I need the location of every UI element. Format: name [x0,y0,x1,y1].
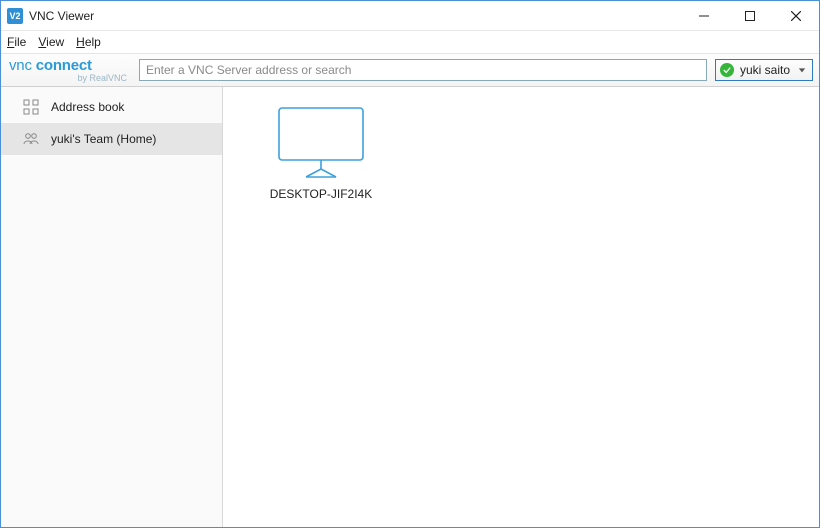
sidebar-item-team[interactable]: yuki's Team (Home) [1,123,222,155]
brand-sub-text: by RealVNC [77,74,127,83]
menu-file[interactable]: File [7,35,26,49]
body: Address book yuki's Team (Home) [1,87,819,527]
content-area: DESKTOP-JIF2I4K [223,87,819,527]
close-button[interactable] [773,1,819,30]
window-title: VNC Viewer [29,9,681,23]
status-check-icon [720,63,734,77]
user-menu-button[interactable]: yuki saito [715,59,813,81]
brand-logo: vnc connect by RealVNC [7,58,131,83]
sidebar-item-address-book[interactable]: Address book [1,91,222,123]
chevron-down-icon [798,66,806,74]
user-label: yuki saito [740,63,790,77]
toolbar: vnc connect by RealVNC yuki saito [1,53,819,87]
monitor-icon [278,107,364,179]
brand-vnc-text: vnc [9,57,32,74]
window-controls [681,1,819,30]
brand-connect-text: connect [36,57,92,74]
maximize-button[interactable] [727,1,773,30]
sidebar: Address book yuki's Team (Home) [1,87,223,527]
grid-icon [23,99,39,115]
computer-name: DESKTOP-JIF2I4K [270,187,372,201]
menu-help[interactable]: Help [76,35,101,49]
menu-view[interactable]: View [38,35,64,49]
sidebar-item-label: yuki's Team (Home) [51,132,156,146]
computer-item[interactable]: DESKTOP-JIF2I4K [261,107,381,201]
search-input[interactable] [139,59,707,81]
app-window: V2 VNC Viewer File View Help vnc connect… [0,0,820,528]
titlebar: V2 VNC Viewer [1,1,819,31]
sidebar-item-label: Address book [51,100,124,114]
people-icon [23,131,39,147]
close-icon [791,11,801,21]
app-icon: V2 [7,8,23,24]
menubar: File View Help [1,31,819,53]
minimize-icon [699,11,709,21]
maximize-icon [745,11,755,21]
minimize-button[interactable] [681,1,727,30]
